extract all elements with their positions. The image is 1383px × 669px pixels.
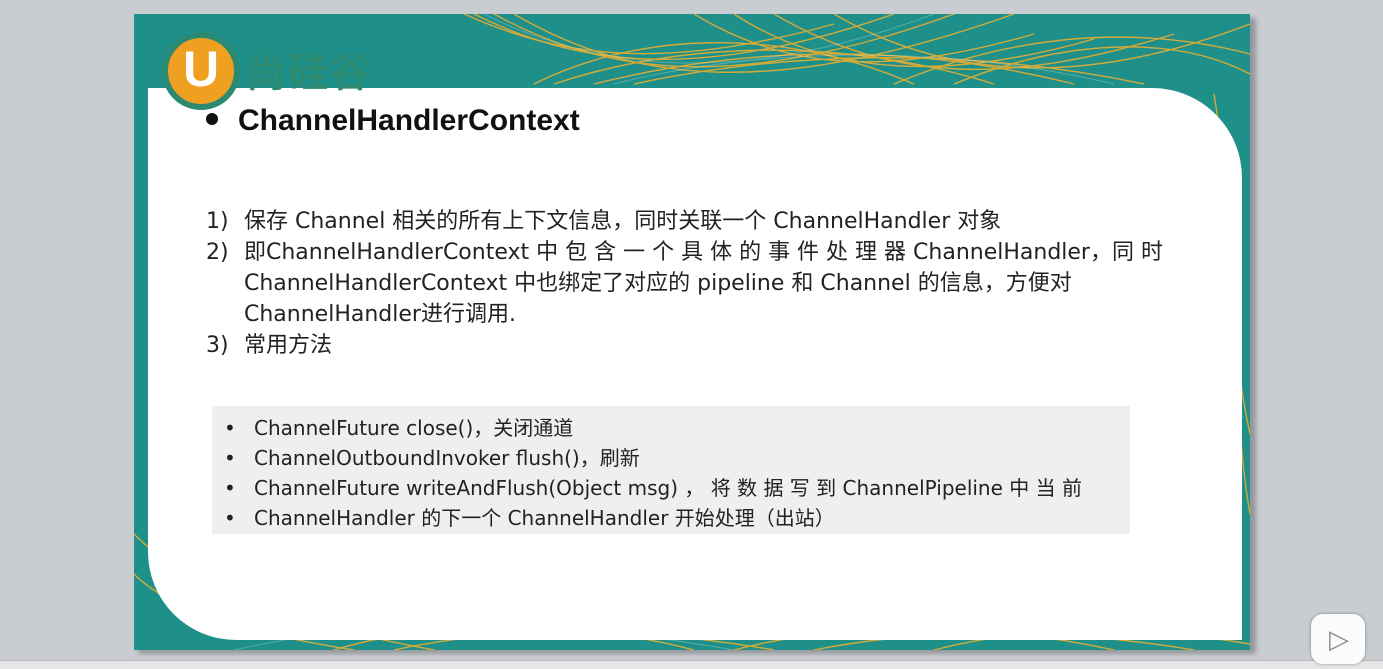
method-item: • ChannelOutboundInvoker flush()，刷新: [224, 443, 1130, 473]
item-text: 保存 Channel 相关的所有上下文信息，同时关联一个 ChannelHand…: [244, 209, 1002, 234]
item-number: 1): [206, 209, 229, 234]
method-text: ChannelFuture close()，关闭通道: [254, 416, 574, 440]
logo-text: 尚硅谷: [246, 50, 372, 96]
bullet-icon: •: [224, 446, 236, 470]
list-item: 3) 常用方法: [206, 330, 1166, 361]
bullet-icon: •: [224, 506, 236, 530]
method-item: • ChannelHandler 的下一个 ChannelHandler 开始处理…: [224, 503, 1130, 533]
method-text: ChannelFuture writeAndFlush(Object msg) …: [254, 476, 1082, 500]
bullet-icon: •: [224, 416, 236, 440]
item-text: 常用方法: [244, 333, 333, 358]
slide-title: ChannelHandlerContext: [206, 104, 580, 138]
slide: U 尚硅谷 ChannelHandlerContext 1) 保存 Channe…: [134, 14, 1250, 650]
bullet-dot-icon: [206, 113, 218, 126]
item-number: 3): [206, 333, 229, 358]
slide-title-text: ChannelHandlerContext: [238, 104, 580, 137]
play-button[interactable]: ▷: [1311, 614, 1365, 664]
logo-mark-icon: U: [162, 32, 240, 110]
methods-box: • ChannelFuture close()，关闭通道 • ChannelOutb…: [212, 406, 1130, 534]
logo: U 尚硅谷: [150, 26, 420, 110]
list-item: 1) 保存 Channel 相关的所有上下文信息，同时关联一个 ChannelH…: [206, 206, 1166, 237]
method-item: • ChannelFuture close()，关闭通道: [224, 413, 1130, 443]
method-item: • ChannelFuture writeAndFlush(Object msg)…: [224, 473, 1130, 503]
list-item: 2) 即ChannelHandlerContext 中 包 含 一 个 具 体 …: [206, 237, 1166, 330]
item-text: 即ChannelHandlerContext 中 包 含 一 个 具 体 的 事…: [244, 240, 1163, 327]
item-list: 1) 保存 Channel 相关的所有上下文信息，同时关联一个 ChannelH…: [206, 206, 1166, 361]
bullet-icon: •: [224, 476, 236, 500]
play-icon: ▷: [1329, 625, 1349, 655]
logo-mark: U: [182, 41, 220, 97]
method-text: ChannelHandler 的下一个 ChannelHandler 开始处理（…: [254, 506, 835, 530]
method-text: ChannelOutboundInvoker flush()，刷新: [254, 446, 640, 470]
item-number: 2): [206, 240, 229, 265]
content-card: [148, 88, 1242, 640]
